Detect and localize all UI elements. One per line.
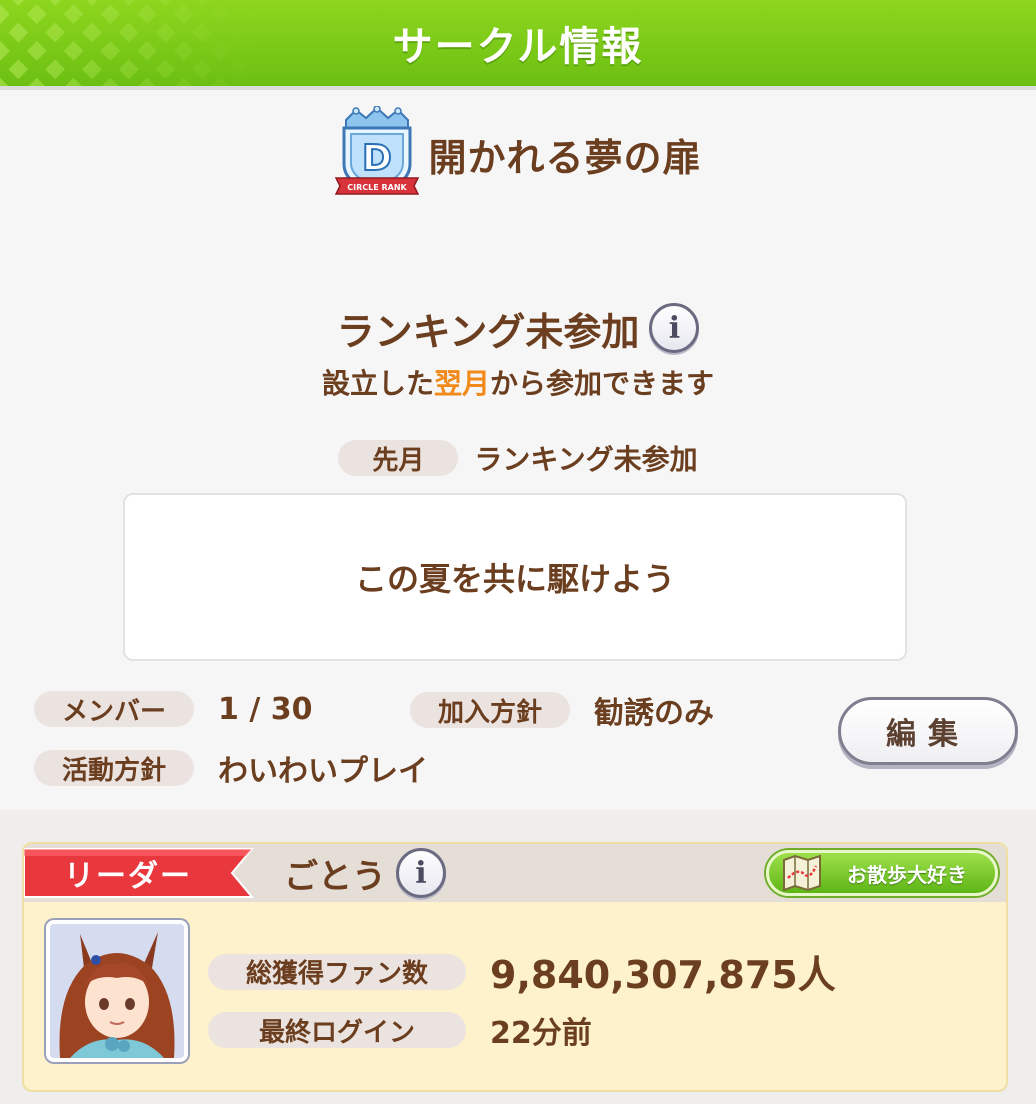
join-policy-stat: 加入方針 勧誘のみ [410,688,714,732]
page-title: サークル情報 [392,24,644,70]
leader-name-row: ごとう i [284,846,446,900]
fans-label: 総獲得ファン数 [208,953,466,990]
header-bar: サークル情報 [0,0,1036,86]
activity-value: わいわいプレイ [218,754,428,789]
header-divider [0,86,1036,90]
circle-name: 開かれる夢の扉 [428,135,702,180]
last-month-label: 先月 [338,440,459,476]
ranking-note: 設立した翌月から参加できます [0,362,1036,402]
leader-title-text: お散歩大好き [847,862,967,887]
edit-button[interactable]: 編集 [838,697,1018,765]
ranking-note-before: 設立した [321,367,434,400]
rank-letter: D [363,138,393,179]
last-month-row: 先月 ランキング未参加 [0,438,1036,478]
ranking-note-highlight: 翌月 [433,367,490,400]
leader-name: ごとう [284,856,386,897]
join-policy-label: 加入方針 [410,692,570,728]
last-month-value: ランキング未参加 [474,443,698,476]
leader-avatar[interactable] [46,920,188,1062]
last-login-value: 22分前 [490,1016,592,1051]
map-icon [783,854,821,892]
fans-value: 9,840,307,875人 [490,953,836,997]
activity-label: 活動方針 [34,750,194,786]
circle-rank-badge-icon: D CIRCLE RANK [335,106,420,195]
members-label: メンバー [34,691,194,727]
leader-fans-row: 総獲得ファン数 9,840,307,875人 [208,944,836,999]
leader-avatar-portrait [50,924,184,1058]
circle-message: この夏を共に駆けよう [123,493,907,661]
members-value: 1 / 30 [218,691,313,727]
leader-login-row: 最終ログイン 22分前 [208,1008,592,1052]
ranking-status: ランキング未参加 [336,309,640,354]
leader-info-icon[interactable]: i [396,848,446,898]
circle-message-text: この夏を共に駆けよう [354,560,675,598]
leader-ribbon-label: リーダー [64,859,192,894]
last-login-label: 最終ログイン [208,1012,466,1048]
members-stat: メンバー 1 / 30 [34,691,312,727]
activity-stat: 活動方針 わいわいプレイ [34,746,428,790]
ranking-status-row: ランキング未参加 i [0,300,1036,356]
join-policy-value: 勧誘のみ [594,696,714,731]
rank-caption: CIRCLE RANK [348,183,408,192]
ranking-info-icon[interactable]: i [649,303,700,353]
circle-name-row: D CIRCLE RANK 開かれる夢の扉 [0,104,1036,204]
ranking-note-after: から参加できます [490,367,715,400]
